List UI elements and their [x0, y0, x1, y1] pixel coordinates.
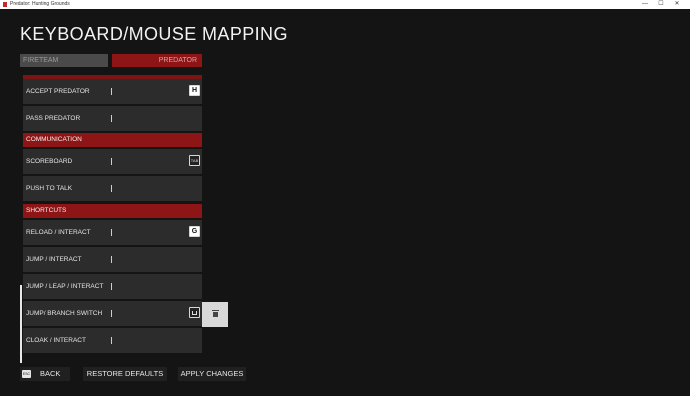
binding-separator: [111, 185, 112, 192]
section-label: SHORTCUTS: [26, 207, 67, 214]
scrollbar-thumb[interactable]: [20, 285, 22, 363]
app-body: KEYBOARD/MOUSE MAPPING FIRETEAM PREDATOR…: [0, 9, 690, 396]
binding-row-accept-predator[interactable]: ACCEPT PREDATOR H: [23, 79, 202, 104]
binding-separator: [111, 115, 112, 122]
binding-label: JUMP / INTERACT: [26, 256, 82, 263]
page-title: KEYBOARD/MOUSE MAPPING: [20, 24, 288, 44]
binding-label: JUMP/ BRANCH SWITCH: [26, 310, 103, 317]
binding-separator: [111, 256, 112, 263]
window-titlebar: Predator: Hunting Grounds — ☐ ✕: [0, 0, 690, 9]
binding-separator: [111, 158, 112, 165]
trash-icon-lid: [212, 310, 219, 311]
binding-label: PUSH TO TALK: [26, 185, 73, 192]
tab-fireteam[interactable]: FIRETEAM: [20, 54, 108, 67]
app-icon: [3, 2, 7, 7]
minimize-button[interactable]: —: [640, 0, 650, 9]
keycap-tab[interactable]: TAB: [189, 155, 200, 166]
binding-separator: [111, 283, 112, 290]
space-bar-icon[interactable]: [189, 307, 200, 318]
close-button[interactable]: ✕: [672, 0, 682, 9]
binding-row-reload-interact[interactable]: RELOAD / INTERACT G: [23, 220, 202, 245]
binding-label: CLOAK / INTERACT: [26, 337, 86, 344]
section-shortcuts: SHORTCUTS: [23, 204, 202, 218]
binding-separator: [111, 310, 112, 317]
binding-row-pass-predator[interactable]: PASS PREDATOR: [23, 106, 202, 131]
restore-defaults-button[interactable]: RESTORE DEFAULTS: [83, 367, 167, 381]
back-button[interactable]: ESC BACK: [20, 367, 70, 381]
binding-separator: [111, 88, 112, 95]
binding-row-jump-branch-switch[interactable]: JUMP/ BRANCH SWITCH: [23, 301, 202, 326]
binding-row-push-to-talk[interactable]: PUSH TO TALK: [23, 176, 202, 201]
binding-label: ACCEPT PREDATOR: [26, 88, 90, 95]
binding-separator: [111, 337, 112, 344]
binding-label: JUMP / LEAP / INTERACT: [26, 283, 104, 290]
binding-label: PASS PREDATOR: [26, 115, 81, 122]
section-label: COMMUNICATION: [26, 136, 82, 143]
apply-changes-button[interactable]: APPLY CHANGES: [178, 367, 246, 381]
keycap-g[interactable]: G: [189, 226, 200, 237]
keycap-h[interactable]: H: [189, 85, 200, 96]
binding-label: RELOAD / INTERACT: [26, 229, 91, 236]
binding-row-jump-interact[interactable]: JUMP / INTERACT: [23, 247, 202, 272]
back-label: BACK: [40, 369, 61, 378]
section-communication: COMMUNICATION: [23, 133, 202, 147]
binding-row-jump-leap-interact[interactable]: JUMP / LEAP / INTERACT: [23, 274, 202, 299]
tab-predator[interactable]: PREDATOR: [112, 54, 202, 67]
esc-key-icon: ESC: [22, 370, 31, 378]
binding-label: SCOREBOARD: [26, 158, 73, 165]
maximize-button[interactable]: ☐: [656, 0, 666, 9]
binding-row-scoreboard[interactable]: SCOREBOARD TAB: [23, 149, 202, 174]
delete-binding-button[interactable]: [202, 302, 228, 327]
binding-separator: [111, 229, 112, 236]
window-title: Predator: Hunting Grounds: [10, 1, 70, 7]
binding-row-cloak-interact[interactable]: CLOAK / INTERACT: [23, 328, 202, 353]
trash-icon: [213, 312, 218, 317]
